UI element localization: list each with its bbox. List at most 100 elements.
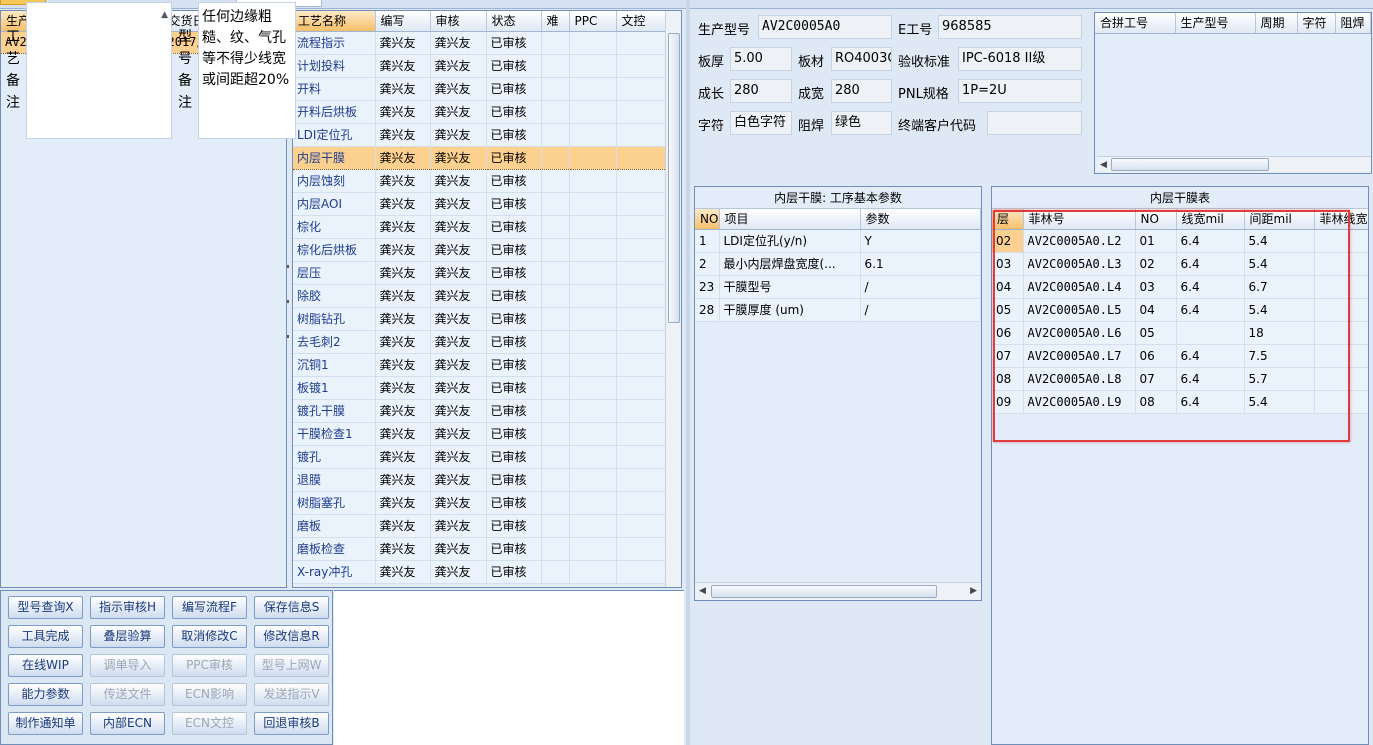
model-field[interactable]: AV2C0005A0 [758, 15, 892, 39]
action-button[interactable]: 发送指示V [254, 683, 329, 706]
action-button[interactable]: 修改信息R [254, 625, 329, 648]
column-header[interactable]: NO [695, 209, 720, 230]
column-header[interactable]: 参数 [860, 209, 981, 230]
column-header[interactable]: 文控 [616, 11, 666, 32]
table-row[interactable]: 镀孔干膜 龚兴友 龚兴友 已审核 [293, 399, 666, 423]
table-row[interactable]: 去毛刺2 龚兴友 龚兴友 已审核 [293, 330, 666, 354]
action-button[interactable]: 内部ECN [90, 712, 165, 735]
table-row[interactable]: 层压 龚兴友 龚兴友 已审核 [293, 261, 666, 285]
table-row[interactable]: 03 AV2C0005A0.L3 02 6.4 5.4 [992, 252, 1368, 276]
table-row[interactable]: 计划投料 龚兴友 龚兴友 已审核 [293, 54, 666, 78]
table-row[interactable]: 04 AV2C0005A0.L4 03 6.4 6.7 [992, 275, 1368, 299]
eno-field[interactable]: 968585 [938, 15, 1082, 39]
action-button[interactable]: 调单导入 [90, 654, 165, 677]
action-button[interactable]: 能力参数 [8, 683, 83, 706]
scroll-right-icon[interactable]: ▶ [970, 586, 977, 596]
merge-grid-hscrollbar[interactable]: ◀ [1097, 156, 1371, 172]
table-row[interactable]: 磨板 龚兴友 龚兴友 已审核 [293, 514, 666, 538]
table-row[interactable]: 干膜检查1 龚兴友 龚兴友 已审核 [293, 422, 666, 446]
model-note-field[interactable]: 任何边缘粗糙、纹、气孔等不得少线宽或间距超20% [198, 2, 296, 139]
column-header[interactable]: 阻焊 [1335, 13, 1371, 34]
length-field[interactable]: 280 [730, 79, 792, 103]
table-row[interactable]: 09 AV2C0005A0.L9 08 6.4 5.4 [992, 390, 1368, 414]
scroll-left-icon[interactable]: ◀ [1100, 160, 1107, 170]
column-header[interactable]: NO [1135, 209, 1177, 230]
column-header[interactable]: 菲林线宽 [1314, 209, 1368, 230]
action-button[interactable]: 编写流程F [172, 596, 247, 619]
table-row[interactable]: 05 AV2C0005A0.L5 04 6.4 5.4 [992, 298, 1368, 322]
action-button[interactable]: 型号查询X [8, 596, 83, 619]
column-header[interactable]: 项目 [719, 209, 861, 230]
column-header[interactable]: 间距mil [1244, 209, 1315, 230]
thickness-field[interactable]: 5.00 [730, 47, 792, 71]
silk-field[interactable]: 白色字符 [730, 111, 792, 135]
column-header[interactable]: PPC [569, 11, 617, 32]
column-header[interactable]: 线宽mil [1176, 209, 1245, 230]
column-header[interactable]: 编写 [375, 11, 431, 32]
action-button[interactable]: 工具完成 [8, 625, 83, 648]
scroll-thumb[interactable] [668, 33, 680, 323]
customer-field[interactable] [987, 111, 1082, 135]
table-row[interactable]: 内层AOI 龚兴友 龚兴友 已审核 [293, 192, 666, 216]
table-row[interactable]: 2 最小内层焊盘宽度(... 6.1 [695, 252, 981, 276]
action-button[interactable]: 叠层验算 [90, 625, 165, 648]
table-row[interactable]: 1 LDI定位孔(y/n) Y [695, 229, 981, 253]
table-row[interactable]: 磨板检查 龚兴友 龚兴友 已审核 [293, 537, 666, 561]
table-row[interactable]: LDI定位孔 龚兴友 龚兴友 已审核 [293, 123, 666, 147]
action-button[interactable]: 回退审核B [254, 712, 329, 735]
column-header[interactable]: 难 [541, 11, 570, 32]
table-row[interactable]: 除胶 龚兴友 龚兴友 已审核 [293, 284, 666, 308]
table-row[interactable]: 树脂钻孔 龚兴友 龚兴友 已审核 [293, 307, 666, 331]
column-header[interactable]: 工艺名称 [293, 11, 376, 32]
table-row[interactable]: 棕化 龚兴友 龚兴友 已审核 [293, 215, 666, 239]
table-row[interactable]: 板镀1 龚兴友 龚兴友 已审核 [293, 376, 666, 400]
table-row[interactable]: 树脂塞孔 龚兴友 龚兴友 已审核 [293, 491, 666, 515]
table-row[interactable]: 沉铜1 龚兴友 龚兴友 已审核 [293, 353, 666, 377]
action-button[interactable]: 型号上网W [254, 654, 329, 677]
width-field[interactable]: 280 [831, 79, 892, 103]
table-row[interactable]: 镀孔 龚兴友 龚兴友 已审核 [293, 445, 666, 469]
action-button[interactable]: ECN影响 [172, 683, 247, 706]
pnl-field[interactable]: 1P=2U [958, 79, 1082, 103]
table-row[interactable]: 08 AV2C0005A0.L8 07 6.4 5.7 [992, 367, 1368, 391]
table-row[interactable]: 23 干膜型号 / [695, 275, 981, 299]
table-row[interactable]: 02 AV2C0005A0.L2 01 6.4 5.4 [992, 229, 1368, 253]
action-button[interactable]: 指示审核H [90, 596, 165, 619]
standard-field[interactable]: IPC-6018 II级 [958, 47, 1082, 71]
table-row[interactable]: 流程指示 龚兴友 龚兴友 已审核 [293, 31, 666, 55]
material-field[interactable]: RO4003C [831, 47, 892, 71]
action-button[interactable]: 保存信息S [254, 596, 329, 619]
column-header[interactable]: 状态 [486, 11, 542, 32]
scroll-thumb[interactable] [711, 585, 937, 598]
column-header[interactable]: 审核 [430, 11, 487, 32]
column-header[interactable]: 合拼工号 [1095, 13, 1176, 34]
action-button[interactable]: 传送文件 [90, 683, 165, 706]
mask-field[interactable]: 绿色 [831, 111, 892, 135]
column-header[interactable]: 周期 [1255, 13, 1298, 34]
table-row[interactable]: 内层蚀刻 龚兴友 龚兴友 已审核 [293, 169, 666, 193]
table-row[interactable]: X-ray冲孔 龚兴友 龚兴友 已审核 [293, 560, 666, 584]
column-header[interactable]: 层 [992, 209, 1024, 230]
column-header[interactable]: 字符 [1297, 13, 1336, 34]
table-row[interactable]: 开料 龚兴友 龚兴友 已审核 [293, 77, 666, 101]
table-row[interactable]: 开料后烘板 龚兴友 龚兴友 已审核 [293, 100, 666, 124]
process-grid-scrollbar[interactable] [665, 11, 681, 587]
scroll-thumb[interactable] [1111, 158, 1269, 171]
action-button[interactable]: 制作通知单 [8, 712, 83, 735]
column-header[interactable]: 菲林号 [1023, 209, 1136, 230]
table-row[interactable]: 退膜 龚兴友 龚兴友 已审核 [293, 468, 666, 492]
action-button[interactable]: ECN文控 [172, 712, 247, 735]
scroll-up-icon[interactable]: ▲ [161, 5, 168, 26]
column-header[interactable]: 生产型号 [1175, 13, 1256, 34]
action-button[interactable]: PPC审核 [172, 654, 247, 677]
table-row[interactable]: 28 干膜厚度 (um) / [695, 298, 981, 322]
table-row[interactable]: 内层干膜 龚兴友 龚兴友 已审核 [293, 145, 666, 170]
table-row[interactable]: 07 AV2C0005A0.L7 06 6.4 7.5 [992, 344, 1368, 368]
table-row[interactable]: 棕化后烘板 龚兴友 龚兴友 已审核 [293, 238, 666, 262]
process-note-field[interactable]: ▲ [26, 2, 172, 139]
params-hscrollbar[interactable]: ◀ ▶ [695, 582, 981, 600]
action-button[interactable]: 在线WIP [8, 654, 83, 677]
table-row[interactable]: 06 AV2C0005A0.L6 05 18 [992, 321, 1368, 345]
scroll-left-icon[interactable]: ◀ [699, 586, 706, 596]
action-button[interactable]: 取消修改C [172, 625, 247, 648]
